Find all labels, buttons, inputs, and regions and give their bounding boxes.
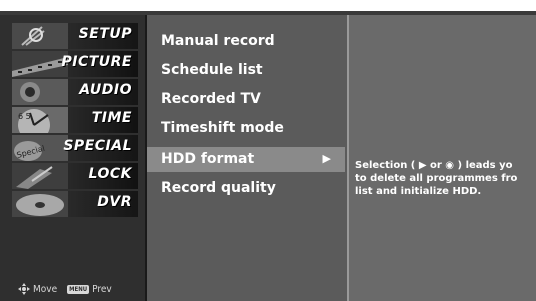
move-arrows-icon: [18, 283, 30, 295]
navigation-hints: Move MENU Prev: [18, 283, 112, 295]
category-setup[interactable]: SETUP: [12, 23, 138, 49]
category-label: PICTURE: [61, 54, 132, 70]
category-time[interactable]: 6 5 TIME: [12, 107, 138, 133]
category-dvr[interactable]: DVR: [12, 191, 138, 217]
category-label: SETUP: [78, 26, 132, 42]
menu-item-schedule-list[interactable]: Schedule list: [147, 58, 345, 83]
category-label: AUDIO: [79, 82, 132, 98]
menu-key-icon: MENU: [67, 284, 90, 294]
satellite-dish-icon: [12, 23, 68, 49]
info-panel: Selection ( ▶ or ◉ ) leads yo to delete …: [349, 15, 536, 301]
menu-item-hdd-format[interactable]: HDD format ▶: [147, 147, 345, 172]
category-label: TIME: [91, 110, 132, 126]
category-picture[interactable]: PICTURE: [12, 51, 138, 77]
menu-item-timeshift-mode[interactable]: Timeshift mode: [147, 116, 345, 141]
dvr-submenu: Manual record Schedule list Recorded TV …: [147, 15, 349, 301]
category-label: SPECIAL: [63, 138, 132, 154]
category-lock[interactable]: LOCK: [12, 163, 138, 189]
category-sidebar: SETUP PICTURE AUDIO 6 5 TIME Special SPE…: [0, 15, 147, 301]
svg-text:6 5: 6 5: [18, 112, 31, 121]
special-badge-icon: Special: [12, 135, 68, 161]
disc-icon: [12, 191, 68, 217]
menu-item-recorded-tv[interactable]: Recorded TV: [147, 87, 345, 112]
right-arrow-icon: ▶: [322, 152, 331, 165]
clock-icon: 6 5: [12, 107, 68, 133]
menu-item-manual-record[interactable]: Manual record: [147, 29, 345, 54]
menu-item-record-quality[interactable]: Record quality: [147, 176, 345, 201]
film-strip-icon: [12, 51, 68, 77]
category-special[interactable]: Special SPECIAL: [12, 135, 138, 161]
padlock-icon: [12, 163, 68, 189]
speaker-icon: [12, 79, 68, 105]
info-text: Selection ( ▶ or ◉ ) leads yo to delete …: [355, 160, 518, 197]
category-label: LOCK: [88, 166, 132, 182]
prev-hint: MENU Prev: [67, 283, 112, 295]
move-hint: Move: [18, 283, 57, 295]
category-audio[interactable]: AUDIO: [12, 79, 138, 105]
osd-menu: SETUP PICTURE AUDIO 6 5 TIME Special SPE…: [0, 11, 536, 301]
category-label: DVR: [97, 194, 132, 210]
